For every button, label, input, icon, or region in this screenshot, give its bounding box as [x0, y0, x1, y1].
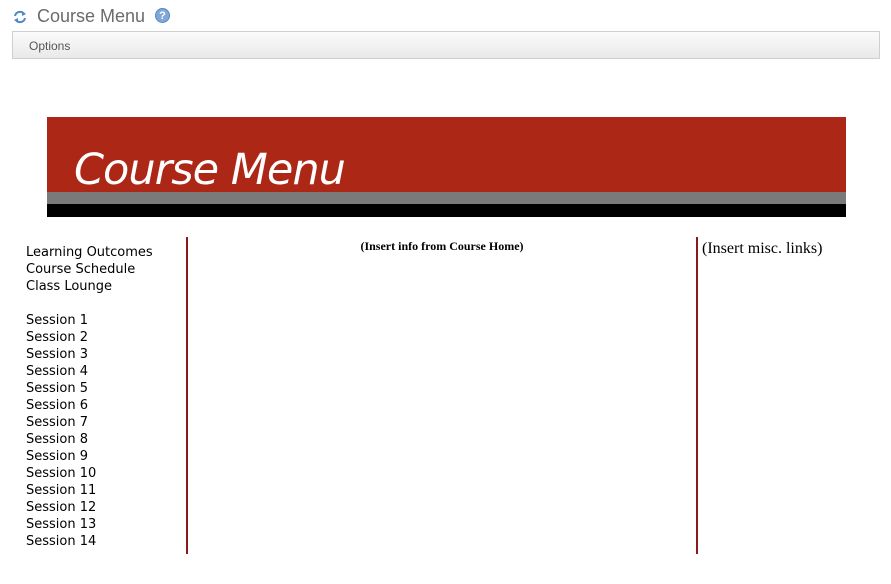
options-bar: Options — [12, 31, 880, 59]
refresh-icon[interactable] — [12, 9, 28, 25]
nav-link-course-schedule[interactable]: Course Schedule — [26, 261, 186, 278]
help-icon[interactable]: ? — [155, 8, 170, 23]
banner-stripe-black — [47, 204, 846, 217]
left-nav: Learning Outcomes Course Schedule Class … — [26, 244, 186, 550]
nav-link-session[interactable]: Session 1 — [26, 312, 186, 329]
column-divider-left — [186, 237, 188, 554]
nav-link-learning-outcomes[interactable]: Learning Outcomes — [26, 244, 186, 261]
nav-link-session[interactable]: Session 8 — [26, 431, 186, 448]
banner-title: Course Menu — [74, 145, 346, 195]
page-title: Course Menu — [37, 6, 146, 26]
nav-link-session[interactable]: Session 7 — [26, 414, 186, 431]
center-placeholder-text: (Insert info from Course Home) — [360, 239, 524, 253]
nav-link-session[interactable]: Session 6 — [26, 397, 186, 414]
nav-link-session[interactable]: Session 5 — [26, 380, 186, 397]
nav-link-session[interactable]: Session 2 — [26, 329, 186, 346]
course-banner: Course Menu — [47, 117, 846, 217]
column-divider-right — [696, 237, 698, 554]
nav-link-session[interactable]: Session 11 — [26, 482, 186, 499]
nav-link-session[interactable]: Session 9 — [26, 448, 186, 465]
nav-link-session[interactable]: Session 3 — [26, 346, 186, 363]
nav-link-session[interactable]: Session 4 — [26, 363, 186, 380]
page-header: Course Menu ? — [0, 0, 891, 32]
nav-link-session[interactable]: Session 12 — [26, 499, 186, 516]
nav-link-session[interactable]: Session 14 — [26, 533, 186, 550]
options-menu-button[interactable]: Options — [29, 39, 70, 53]
right-placeholder-text: (Insert misc. links) — [702, 240, 823, 257]
banner-stripe-gray — [47, 192, 846, 204]
nav-link-session[interactable]: Session 13 — [26, 516, 186, 533]
nav-link-session[interactable]: Session 10 — [26, 465, 186, 482]
nav-link-class-lounge[interactable]: Class Lounge — [26, 278, 186, 295]
